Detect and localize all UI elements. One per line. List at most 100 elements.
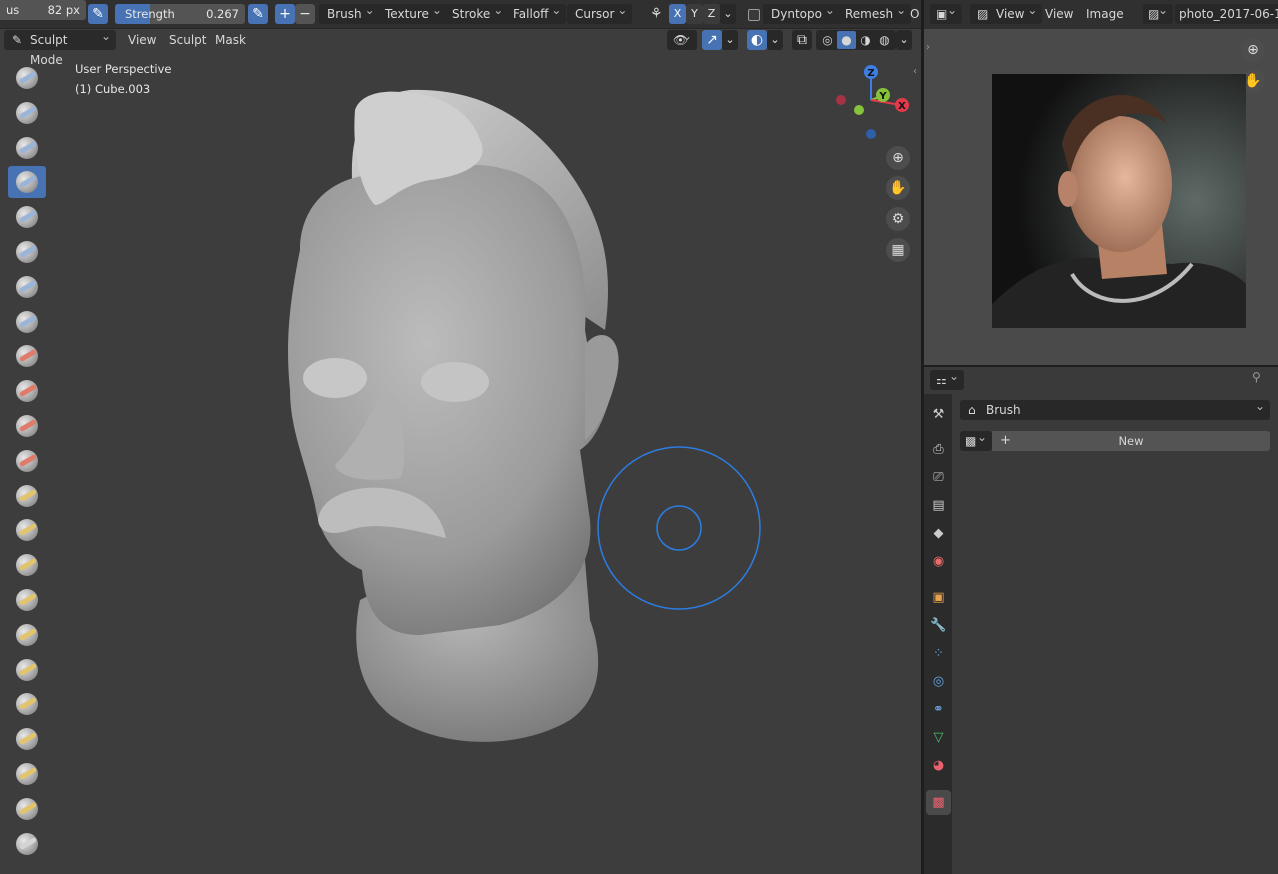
tool-elastic-deform[interactable]	[8, 619, 46, 651]
zoom-view-button[interactable]: ⊕	[886, 146, 910, 170]
tab-output[interactable]: ⎚	[926, 465, 951, 490]
brush-menu[interactable]: Brush	[319, 0, 380, 24]
tab-particles[interactable]: ⁘	[926, 641, 951, 666]
sculpt-menu[interactable]: Sculpt	[169, 30, 206, 50]
visibility-dropdown[interactable]: 👁	[667, 26, 697, 50]
tool-grab[interactable]	[8, 584, 46, 616]
view-menu[interactable]: View	[128, 30, 156, 50]
pin-icon[interactable]: ⚲	[1252, 370, 1261, 384]
tool-pinch[interactable]	[8, 549, 46, 581]
overflow-menu[interactable]: O	[910, 4, 919, 24]
xray-toggle[interactable]: ⧉	[792, 30, 812, 50]
gizmo-toggle[interactable]: ↗	[702, 30, 722, 50]
image-name-field[interactable]: photo_2017-06-15_	[1175, 4, 1278, 24]
tab-data[interactable]: ▽	[926, 725, 951, 750]
symmetry-options-dropdown[interactable]: ⌄	[720, 4, 736, 24]
ortho-toggle-button[interactable]: ▦	[886, 238, 910, 262]
radius-pressure-toggle[interactable]: ✎	[88, 4, 108, 24]
zoom-image-button[interactable]: ⊕	[1241, 38, 1265, 62]
overlays-toggle[interactable]: ◐	[747, 30, 767, 50]
sculpt-scene[interactable]	[0, 0, 921, 874]
pan-view-button[interactable]: ✋	[886, 176, 910, 200]
strength-pressure-toggle[interactable]: ✎	[248, 4, 268, 24]
new-texture-button[interactable]: + New	[992, 431, 1270, 451]
brush-texture-slot-dropdown[interactable]: ⌂ Brush	[960, 396, 1270, 420]
mask-menu[interactable]: Mask	[215, 30, 246, 50]
mode-selector[interactable]: ✎ Sculpt Mode	[4, 26, 116, 67]
toolbar-toggle-icon[interactable]: ›	[926, 42, 930, 53]
add-direction-button[interactable]: +	[275, 4, 295, 24]
tab-world[interactable]: ◉	[926, 549, 951, 574]
tool-draw[interactable]	[8, 62, 46, 94]
view-mode-dropdown[interactable]: ▨ View	[970, 0, 1043, 24]
tab-texture[interactable]: ▩	[926, 790, 951, 815]
tool-clay-strips[interactable]	[8, 166, 46, 199]
3d-viewport[interactable]: us 82 px ✎ Strength 0.267 ✎ + − Brush Te…	[0, 0, 921, 874]
tab-material[interactable]: ◕	[926, 753, 951, 778]
tool-snake-hook[interactable]	[8, 654, 46, 686]
dyntopo-checkbox[interactable]	[748, 9, 760, 21]
mirror-y-toggle[interactable]: Y	[686, 4, 703, 24]
cursor-menu[interactable]: Cursor	[567, 0, 633, 24]
wireframe-shading-icon[interactable]: ◎	[818, 33, 837, 47]
image-menu[interactable]: Image	[1086, 4, 1124, 24]
tab-constraints[interactable]: ⚭	[926, 697, 951, 722]
tool-thumb[interactable]	[8, 688, 46, 720]
tab-render[interactable]: ⎙	[926, 437, 951, 462]
sculpt-brush-icon: ✎	[12, 33, 23, 47]
tab-object[interactable]: ▣	[926, 585, 951, 610]
gizmo-neg-y-icon[interactable]	[854, 105, 864, 115]
tool-blob[interactable]	[8, 306, 46, 338]
stroke-menu[interactable]: Stroke	[444, 0, 509, 24]
properties-editor[interactable]: ⚏ ⚲ ⚒ ⎙ ⎚ ▤ ◆ ◉ ▣ 🔧 ⁘ ◎ ⚭ ▽ ◕ ▩ ⌂ Brush …	[924, 366, 1278, 874]
tool-crease[interactable]	[8, 340, 46, 372]
remesh-menu[interactable]: Remesh	[837, 0, 912, 24]
tool-scrape[interactable]	[8, 480, 46, 512]
strength-field[interactable]: Strength 0.267	[115, 4, 245, 24]
view-menu[interactable]: View	[1045, 4, 1073, 24]
rendered-shading-icon[interactable]: ◍	[875, 33, 894, 47]
tool-nudge[interactable]	[8, 758, 46, 790]
browse-image-dropdown[interactable]: ▨	[1143, 0, 1173, 24]
subtract-direction-button[interactable]: −	[295, 4, 315, 24]
mirror-z-toggle[interactable]: Z	[703, 4, 720, 24]
tool-slide-relax[interactable]	[8, 828, 46, 860]
camera-view-button[interactable]: ⚙	[886, 207, 910, 231]
solid-shading-icon[interactable]: ●	[837, 31, 856, 49]
tool-fill[interactable]	[8, 445, 46, 477]
tab-view-layer[interactable]: ▤	[926, 493, 951, 518]
editor-type-selector[interactable]: ▣	[930, 0, 962, 24]
gizmo-neg-x-icon[interactable]	[836, 95, 846, 105]
overlays-options-dropdown[interactable]: ⌄	[767, 30, 783, 50]
tool-pose[interactable]	[8, 723, 46, 755]
sidebar-toggle-icon[interactable]: ‹	[913, 66, 917, 77]
editor-type-selector[interactable]: ⚏	[930, 366, 964, 390]
texture-menu[interactable]: Texture	[377, 0, 447, 24]
tool-multiplane-scrape[interactable]	[8, 514, 46, 546]
shading-options-dropdown[interactable]: ⌄	[896, 30, 912, 50]
tab-scene[interactable]: ◆	[926, 521, 951, 546]
tool-clay-thumb[interactable]	[8, 201, 46, 233]
falloff-menu[interactable]: Falloff	[505, 0, 567, 24]
tool-inflate[interactable]	[8, 271, 46, 303]
tab-physics[interactable]: ◎	[926, 669, 951, 694]
image-editor[interactable]: ▣ ▨ View View Image ▨ photo_2017-06-15_ …	[924, 0, 1278, 365]
gizmo-neg-z-icon[interactable]	[866, 129, 876, 139]
tool-smooth[interactable]	[8, 375, 46, 407]
tool-clay[interactable]	[8, 132, 46, 164]
mirror-x-toggle[interactable]: X	[669, 4, 686, 24]
tab-tool[interactable]: ⚒	[926, 402, 951, 427]
tool-flatten[interactable]	[8, 410, 46, 442]
tab-modifiers[interactable]: 🔧	[926, 613, 951, 638]
tool-draw-sharp[interactable]	[8, 97, 46, 129]
radius-field[interactable]: us 82 px	[0, 0, 86, 20]
texture-checker-icon: ▩	[932, 795, 945, 810]
navigation-gizmo[interactable]: Z Y X	[830, 60, 910, 145]
gizmo-options-dropdown[interactable]: ⌄	[722, 30, 738, 50]
dyntopo-menu[interactable]: Dyntopo	[763, 0, 840, 24]
browse-texture-dropdown[interactable]: ▩	[960, 427, 992, 451]
tool-rotate[interactable]	[8, 793, 46, 825]
tool-layer[interactable]	[8, 236, 46, 268]
gizmo-x-label: X	[898, 101, 906, 112]
material-shading-icon[interactable]: ◑	[856, 33, 875, 47]
